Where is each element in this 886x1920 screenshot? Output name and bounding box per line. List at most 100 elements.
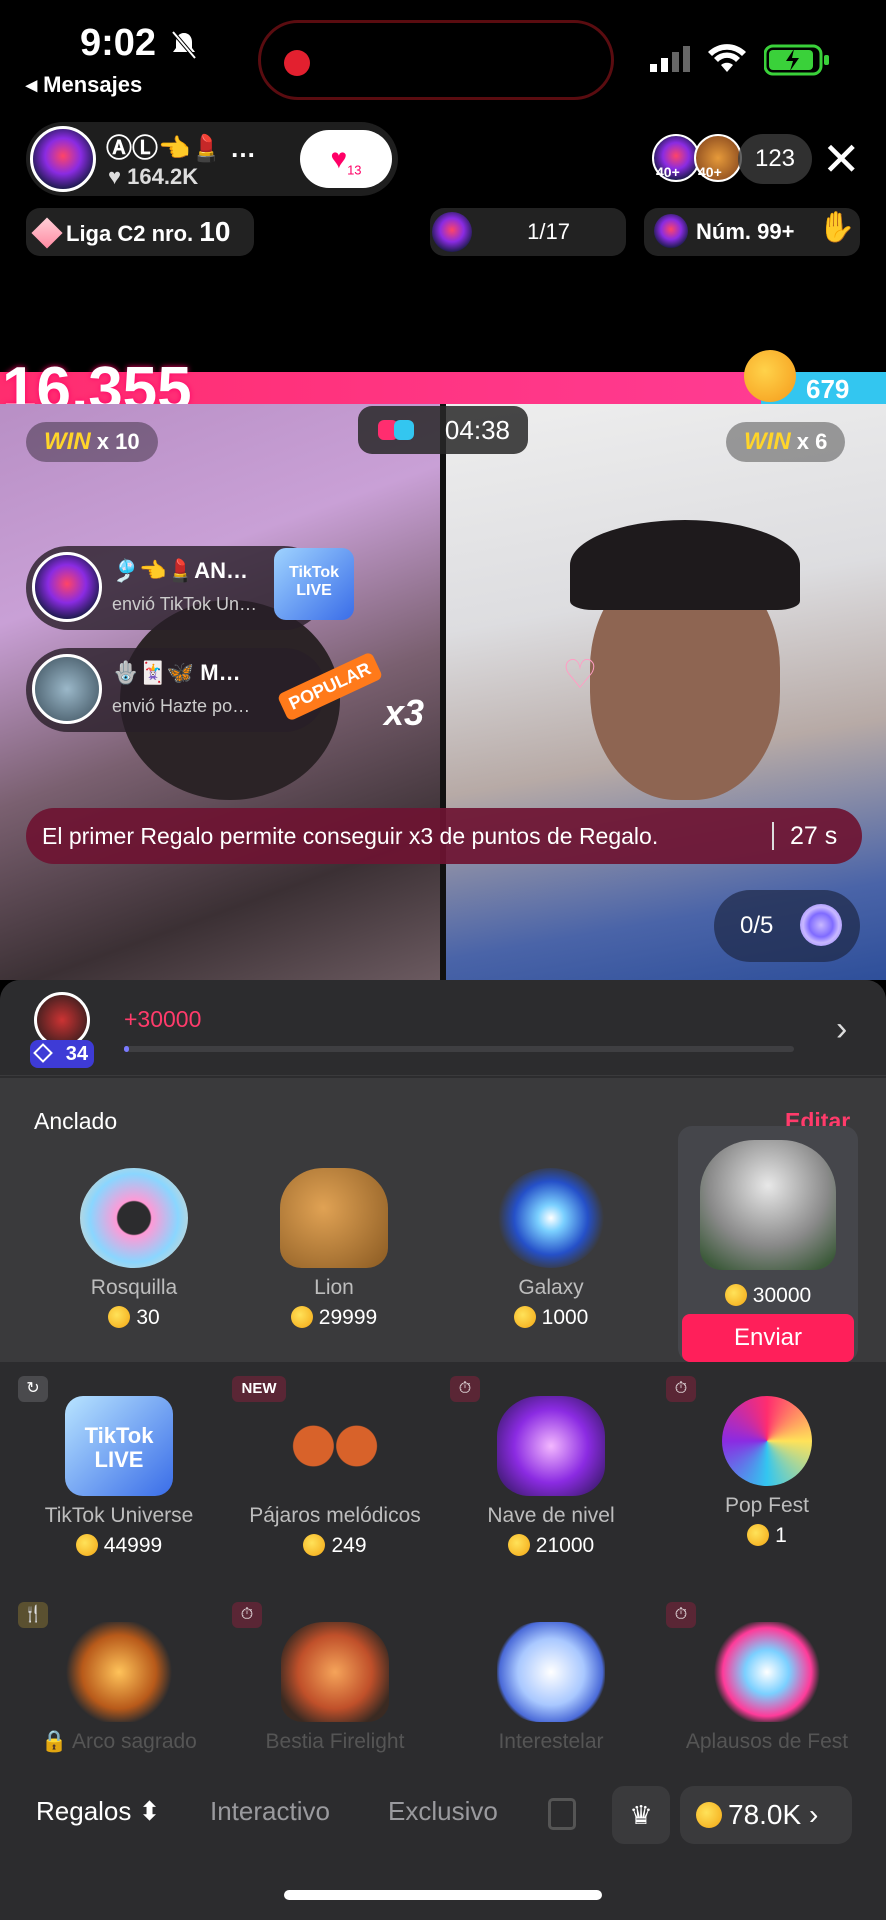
viewer-count[interactable]: 123 xyxy=(738,134,812,184)
level-badge-text: 34 xyxy=(65,1043,88,1065)
gift-name: Lion xyxy=(314,1276,354,1299)
heart-icon: ♡ xyxy=(562,653,598,697)
gift-price-value: 30000 xyxy=(752,1284,812,1307)
coin-icon xyxy=(507,1534,530,1556)
target-icon xyxy=(800,904,842,946)
win-right-badge: WIN x 6 xyxy=(726,422,846,462)
gift-price: 1000 xyxy=(451,1306,651,1330)
gift-item[interactable]: 🔒 Arco sagrado xyxy=(19,1622,219,1754)
lion-icon xyxy=(280,1168,388,1268)
crown-icon[interactable]: ♛ xyxy=(612,1786,670,1844)
close-icon[interactable]: ✕ xyxy=(822,134,861,184)
gift-item[interactable]: Pájaros melódicos 249 xyxy=(235,1396,435,1558)
send-gift-button[interactable]: Enviar xyxy=(682,1314,854,1362)
gift-price: 29999 xyxy=(234,1306,434,1330)
coin-balance-button[interactable]: 78.0K › xyxy=(680,1786,852,1844)
birds-icon xyxy=(281,1396,389,1496)
gift-item[interactable]: Nave de nivel 21000 xyxy=(451,1396,651,1558)
wifi-icon xyxy=(708,44,746,72)
win-right-label: WIN xyxy=(744,428,791,455)
host-name: ⒶⓁ👈💄 … xyxy=(106,133,256,163)
gift-name: 🔒 Arco sagrado xyxy=(41,1730,197,1753)
spaceship-icon xyxy=(497,1396,605,1496)
follow-heart-button[interactable]: ♥13 xyxy=(300,130,392,188)
first-gift-banner[interactable]: El primer Regalo permite conseguir x3 de… xyxy=(26,808,862,864)
pop-fest-ball-icon xyxy=(722,1396,812,1486)
gift-sender-avatar xyxy=(32,552,102,622)
ranking-avatar xyxy=(654,214,688,248)
tiktok-universe-icon: TikTok LIVE xyxy=(65,1396,173,1496)
chevron-right-icon: › xyxy=(808,1799,819,1830)
coin-icon xyxy=(108,1306,131,1328)
gift-item[interactable]: Lion 29999 xyxy=(234,1168,434,1330)
coin-icon xyxy=(75,1534,98,1556)
gift-price: 44999 xyxy=(19,1534,219,1558)
win-left-mult: x 10 xyxy=(96,429,140,454)
gift-price-value: 1 xyxy=(775,1524,787,1547)
gift-price: 30 xyxy=(34,1306,234,1330)
win-left-label: WIN xyxy=(44,428,91,455)
gift-sender-name: 🎐👈💄AN… xyxy=(112,558,248,583)
gift-sender-name: 🪬🃏🦋 M… xyxy=(112,660,241,685)
gift-sender-avatar xyxy=(32,654,102,724)
gift-price: 30000 xyxy=(678,1284,858,1308)
gift-name: Pop Fest xyxy=(724,1494,810,1517)
right-streamer-hair xyxy=(570,520,800,610)
battle-timer-text: 04:38 xyxy=(444,415,510,445)
tab-gifts[interactable]: Regalos ⬍ xyxy=(36,1796,160,1827)
banner-text: El primer Regalo permite conseguir x3 de… xyxy=(42,823,659,849)
win-left-badge: WIN x 10 xyxy=(26,422,158,462)
gift-item[interactable]: Rosquilla 30 xyxy=(34,1168,234,1330)
heart-icon: ♥ xyxy=(330,143,348,174)
coin-icon xyxy=(696,1802,722,1828)
gift-multiplier: x3 xyxy=(384,692,425,733)
gift-price-value: 44999 xyxy=(103,1534,163,1557)
coin-icon xyxy=(303,1534,326,1556)
ranking-number-text: Núm. 99+ xyxy=(696,219,795,244)
tab-interactive[interactable]: Interactivo xyxy=(210,1796,330,1827)
video-divider xyxy=(440,404,446,980)
gift-item[interactable]: Pop Fest 1 xyxy=(667,1396,867,1548)
gift-name: Aplausos de Fest xyxy=(685,1730,849,1753)
gift-item[interactable]: TikTok LIVE TikTok Universe 44999 xyxy=(19,1396,219,1558)
gift-name: Galaxy xyxy=(518,1276,584,1299)
gift-notice[interactable]: 🪬🃏🦋 M… envió Hazte po… xyxy=(26,648,326,732)
sacred-bow-icon xyxy=(65,1622,173,1722)
host-avatar[interactable] xyxy=(30,126,96,192)
back-to-messages-link[interactable]: ◂ Mensajes xyxy=(26,72,142,98)
signal-icon xyxy=(650,46,690,72)
gift-item[interactable]: Bestia Firelight xyxy=(235,1622,435,1754)
battle-gloves-icon xyxy=(378,420,414,440)
league-label: Liga C2 nro. xyxy=(66,221,194,246)
box-icon[interactable] xyxy=(548,1798,576,1830)
dynamic-island xyxy=(258,20,614,100)
bell-muted-icon xyxy=(171,30,197,60)
galaxy-icon xyxy=(497,1168,605,1268)
gorilla-gift-icon xyxy=(700,1140,836,1270)
progress-amount: +30000 xyxy=(124,1006,202,1032)
gift-name: TikTok Universe xyxy=(44,1504,194,1527)
viewer-badge-1: 40+ xyxy=(656,164,680,180)
gift-item[interactable]: Aplausos de Fest xyxy=(667,1622,867,1754)
heart-count: 13 xyxy=(347,162,362,178)
gift-price: 21000 xyxy=(451,1534,651,1558)
coin-icon xyxy=(724,1284,747,1306)
gift-name: Bestia Firelight xyxy=(265,1730,405,1753)
gift-price: 1 xyxy=(667,1524,867,1548)
tab-exclusive[interactable]: Exclusivo xyxy=(388,1796,498,1827)
progress-track xyxy=(124,1046,794,1052)
battery-charging-icon xyxy=(764,44,829,76)
gift-item[interactable]: Galaxy 1000 xyxy=(451,1168,651,1330)
gift-item[interactable]: Interestelar xyxy=(451,1622,651,1754)
league-number: 10 xyxy=(199,216,231,247)
battle-score-right: 679 xyxy=(806,374,850,404)
gift-name: Rosquilla xyxy=(90,1276,178,1299)
win-right-mult: x 6 xyxy=(796,429,828,454)
coin-icon xyxy=(290,1306,313,1328)
donut-icon xyxy=(80,1168,188,1268)
banner-separator xyxy=(772,822,774,850)
chevron-right-icon[interactable]: › xyxy=(836,1010,847,1049)
rank-text: 1/17 xyxy=(527,219,570,244)
home-indicator[interactable] xyxy=(284,1890,602,1900)
gift-price-value: 249 xyxy=(331,1534,367,1557)
